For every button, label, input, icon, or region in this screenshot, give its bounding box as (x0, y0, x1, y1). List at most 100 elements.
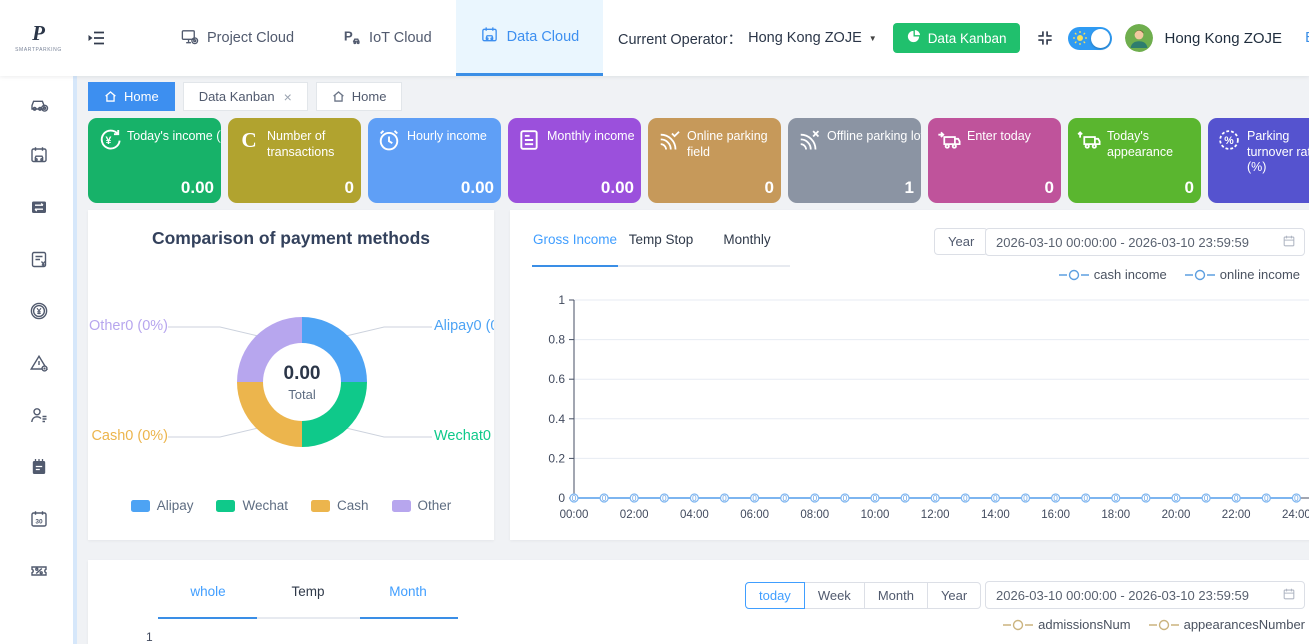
menu-collapse-icon[interactable] (86, 27, 108, 49)
date-range-picker[interactable]: 2026-03-10 00:00:00 - 2026-03-10 23:59:5… (985, 581, 1305, 609)
tab-monthly[interactable]: Monthly (704, 232, 790, 247)
date-range-picker[interactable]: 2026-03-10 00:00:00 - 2026-03-10 23:59:5… (985, 228, 1305, 256)
card-todays-income: ¥ Today's income () 0.00 (88, 118, 221, 203)
car-settings-icon[interactable] (29, 93, 49, 113)
project-cloud-icon (180, 27, 199, 50)
date-range-value: 2026-03-10 00:00:00 - 2026-03-10 23:59:5… (996, 588, 1249, 603)
total-value: 0.00 (284, 363, 321, 385)
operator-name: Hong Kong ZOJE (748, 30, 862, 46)
tab-temp-stop[interactable]: Temp Stop (618, 232, 704, 247)
theme-toggle[interactable] (1068, 27, 1112, 50)
income-chart-panel: Gross Income Temp Stop Monthly Year 2026… (510, 210, 1309, 540)
coupon-percent-icon[interactable] (29, 561, 49, 581)
svg-text:0: 0 (752, 494, 757, 503)
swap-transactions-icon[interactable] (29, 197, 49, 217)
svg-text:0: 0 (662, 494, 667, 503)
bottom-tabs: whole Temp Month (158, 584, 458, 599)
admissions-chart-panel: whole Temp Month today Week Month Year 2… (88, 560, 1309, 644)
fullscreen-exit-icon[interactable] (1035, 28, 1055, 48)
svg-text:0: 0 (933, 494, 938, 503)
legend-item-wechat[interactable]: Wechat (216, 498, 288, 513)
language-link[interactable]: English (1305, 30, 1309, 46)
notebook-icon[interactable] (29, 457, 49, 477)
svg-text:0: 0 (722, 494, 727, 503)
panel-title: Comparison of payment methods (88, 228, 494, 249)
tab-gross-income[interactable]: Gross Income (532, 232, 618, 247)
svg-text:1: 1 (558, 293, 565, 307)
coin-yen-icon[interactable] (29, 301, 49, 321)
kanban-button-label: Data Kanban (928, 31, 1007, 46)
legend-appearances-number[interactable]: appearancesNumber (1149, 617, 1305, 632)
wifi-check-icon (656, 127, 682, 153)
svg-text:0: 0 (1083, 494, 1088, 503)
callout-wechat: Wechat0 (0%) (434, 428, 494, 444)
bill-yen-icon[interactable] (29, 249, 49, 269)
period-year-button[interactable]: Year (927, 582, 981, 609)
legend-item-alipay[interactable]: Alipay (131, 498, 194, 513)
svg-text:0: 0 (963, 494, 968, 503)
brand-logo: P SMARTPARKING (0, 0, 77, 76)
coin-c-icon: C (236, 127, 262, 153)
svg-text:0: 0 (1174, 494, 1179, 503)
card-value: 1 (905, 178, 914, 198)
card-hourly-income: Hourly income 0.00 (368, 118, 501, 203)
line-marker-icon (1059, 269, 1089, 281)
tab-month[interactable]: Month (358, 584, 458, 599)
legend-item-other[interactable]: Other (392, 498, 452, 513)
line-marker-icon (1149, 619, 1179, 631)
card-value: 0 (345, 178, 354, 198)
tab-data-kanban[interactable]: Data Kanban × (183, 82, 308, 111)
data-kanban-button[interactable]: Data Kanban (893, 23, 1020, 53)
card-todays-appearance: Today's appearance 0 (1068, 118, 1201, 203)
card-enter-today: Enter today 0 (928, 118, 1061, 203)
svg-text:0.4: 0.4 (548, 412, 565, 426)
svg-text:20:00: 20:00 (1162, 509, 1191, 521)
callout-other: Other0 (0%) (88, 318, 168, 334)
logo-letter: P (32, 23, 45, 44)
line-marker-icon (1003, 619, 1033, 631)
card-value: 0 (765, 178, 774, 198)
legend-item-cash[interactable]: Cash (311, 498, 369, 513)
current-operator-dropdown[interactable]: Current Operator： Hong Kong ZOJE ▼ (618, 28, 877, 49)
card-online-parking-field: Online parking field 0 (648, 118, 781, 203)
tab-home[interactable]: Home (316, 82, 403, 111)
tab-whole[interactable]: whole (158, 584, 258, 599)
legend-cash-income[interactable]: cash income (1059, 267, 1167, 282)
close-icon[interactable]: × (284, 89, 292, 105)
card-label: Today's appearance (1107, 127, 1195, 203)
parking-record-icon[interactable] (29, 145, 49, 165)
tab-label: Home (124, 89, 159, 104)
bottom-legend: admissionsNum appearancesNumber (1003, 617, 1305, 632)
tab-temp[interactable]: Temp (258, 584, 358, 599)
nav-item-data-cloud[interactable]: Data Cloud (456, 0, 604, 76)
tab-underline (532, 265, 790, 267)
sidebar-scrollbar[interactable] (73, 76, 77, 644)
nav-item-project-cloud[interactable]: Project Cloud (156, 0, 318, 76)
svg-text:10:00: 10:00 (861, 509, 890, 521)
svg-text:0: 0 (1294, 494, 1299, 503)
calendar-30-icon[interactable]: 30 (29, 509, 49, 529)
warning-alert-icon[interactable] (29, 353, 49, 373)
username[interactable]: Hong Kong ZOJE (1165, 30, 1283, 47)
person-query-icon[interactable] (29, 405, 49, 425)
nav-item-iot-cloud[interactable]: P IoT Cloud (318, 0, 456, 76)
period-month-button[interactable]: Month (864, 582, 928, 609)
avatar[interactable] (1125, 24, 1153, 52)
svg-text:0: 0 (572, 494, 577, 503)
legend-admissions-num[interactable]: admissionsNum (1003, 617, 1130, 632)
calendar-icon (1282, 234, 1296, 251)
period-today-button[interactable]: today (745, 582, 805, 609)
tab-home-active[interactable]: Home (88, 82, 175, 111)
card-value: 0.00 (461, 178, 494, 198)
year-button[interactable]: Year (934, 228, 988, 255)
date-range-value: 2026-03-10 00:00:00 - 2026-03-10 23:59:5… (996, 235, 1249, 250)
cloud-switcher: Project Cloud P IoT Cloud Data Cloud (156, 0, 603, 76)
svg-text:¥: ¥ (105, 135, 111, 147)
svg-text:12:00: 12:00 (921, 509, 950, 521)
breadcrumb-tabs: Home Data Kanban × Home (88, 82, 402, 111)
svg-text:08:00: 08:00 (800, 509, 829, 521)
period-week-button[interactable]: Week (804, 582, 865, 609)
period-button-group: today Week Month Year (745, 582, 981, 609)
svg-text:06:00: 06:00 (740, 509, 769, 521)
legend-online-income[interactable]: online income (1185, 267, 1300, 282)
